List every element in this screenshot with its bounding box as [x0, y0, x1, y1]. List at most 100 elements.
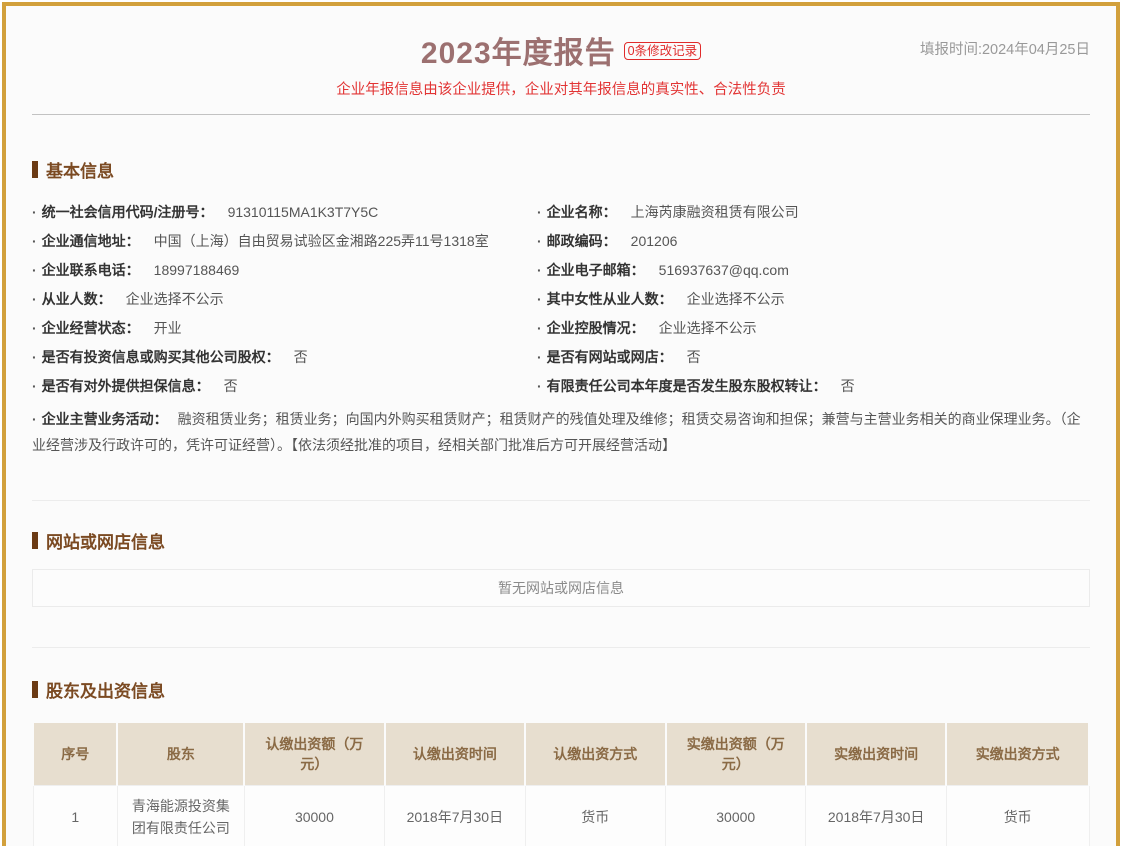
bullet-icon: ·	[537, 378, 542, 394]
bullet-icon: ·	[537, 204, 542, 220]
cell-index: 1	[33, 785, 117, 846]
bullet-icon: ·	[32, 378, 37, 394]
field-label: 是否有网站或网店：	[547, 349, 673, 365]
bullet-icon: ·	[32, 411, 37, 427]
cell-paid-date: 2018年7月30日	[806, 785, 946, 846]
field-address: · 企业通信地址： 中国（上海）自由贸易试验区金湘路225弄11号1318室	[32, 227, 537, 256]
field-value: 否	[687, 349, 701, 365]
disclaimer-text: 企业年报信息由该企业提供，企业对其年报信息的真实性、合法性负责	[32, 78, 1090, 99]
table-header-row: 序号 股东 认缴出资额（万元） 认缴出资时间 认缴出资方式 实缴出资额（万元） …	[33, 723, 1089, 785]
annual-report-page: 2023年度报告 0条修改记录 填报时间:2024年04月25日 企业年报信息由该…	[2, 2, 1120, 846]
basic-info-grid: · 统一社会信用代码/注册号： 91310115MA1K3T7Y5C · 企业通信地址…	[32, 198, 1090, 401]
page-title: 2023年度报告	[421, 37, 616, 70]
field-phone: · 企业联系电话： 18997188469	[32, 256, 537, 285]
bullet-icon: ·	[32, 204, 37, 220]
field-value: 企业选择不公示	[687, 291, 785, 307]
field-label: 是否有对外提供担保信息：	[42, 378, 210, 394]
field-label: 企业通信地址：	[42, 233, 140, 249]
field-value: 否	[841, 378, 855, 394]
cell-subscribed-amount: 30000	[244, 785, 384, 846]
field-equity-transfer: · 有限责任公司本年度是否发生股东股权转让： 否	[537, 372, 1090, 401]
field-value: 否	[224, 378, 238, 394]
field-main-business: · 企业主营业务活动：融资租赁业务；租赁业务；向国内外购买租赁财产；租赁财产的残值…	[32, 406, 1090, 458]
section-shareholders-header: 股东及出资信息	[32, 677, 1090, 702]
bullet-icon: ·	[537, 262, 542, 278]
cell-paid-amount: 30000	[666, 785, 806, 846]
field-value: 开业	[154, 320, 182, 336]
field-label: 企业主营业务活动：	[42, 411, 168, 427]
col-header-paid-date: 实缴出资时间	[806, 723, 946, 785]
col-header-paid-method: 实缴出资方式	[946, 723, 1089, 785]
field-label: 有限责任公司本年度是否发生股东股权转让：	[547, 378, 827, 394]
field-guarantee-info: · 是否有对外提供担保信息： 否	[32, 372, 537, 401]
bullet-icon: ·	[32, 320, 37, 336]
field-label: 统一社会信用代码/注册号：	[42, 204, 214, 220]
bullet-icon: ·	[537, 320, 542, 336]
cell-shareholder: 青海能源投资集团有限责任公司	[117, 785, 244, 846]
bullet-icon: ·	[537, 233, 542, 249]
section-divider	[32, 647, 1090, 648]
field-label: 是否有投资信息或购买其他公司股权：	[42, 349, 280, 365]
bullet-icon: ·	[537, 349, 542, 365]
field-value: 上海芮康融资租赁有限公司	[631, 204, 799, 220]
field-value: 201206	[631, 233, 678, 249]
header-divider	[32, 114, 1090, 115]
section-website-title: 网站或网店信息	[46, 528, 165, 553]
website-empty-placeholder: 暂无网站或网店信息	[32, 569, 1090, 607]
section-shareholders: 股东及出资信息 序号 股东 认缴出资额（万元） 认缴出资时间 认缴出资方式 实缴…	[32, 677, 1090, 846]
field-business-status: · 企业经营状态： 开业	[32, 314, 537, 343]
col-header-shareholder: 股东	[117, 723, 244, 785]
field-label: 企业联系电话：	[42, 262, 140, 278]
field-value: 企业选择不公示	[126, 291, 224, 307]
field-has-website: · 是否有网站或网店： 否	[537, 343, 1090, 372]
table-row: 1 青海能源投资集团有限责任公司 30000 2018年7月30日 货币 300…	[33, 785, 1089, 846]
field-female-employees: · 其中女性从业人数： 企业选择不公示	[537, 285, 1090, 314]
section-basic-info-title: 基本信息	[46, 157, 114, 182]
report-header: 2023年度报告 0条修改记录 填报时间:2024年04月25日 企业年报信息由该…	[32, 22, 1090, 115]
section-website-header: 网站或网店信息	[32, 528, 1090, 553]
field-value: 融资租赁业务；租赁业务；向国内外购买租赁财产；租赁财产的残值处理及维修；租赁交易…	[32, 411, 1081, 453]
field-postcode: · 邮政编码： 201206	[537, 227, 1090, 256]
section-basic-info: 基本信息 · 统一社会信用代码/注册号： 91310115MA1K3T7Y5C · 企…	[32, 157, 1090, 458]
col-header-subscribed-date: 认缴出资时间	[385, 723, 525, 785]
field-label: 企业电子邮箱：	[547, 262, 645, 278]
fill-time-label: 填报时间:2024年04月25日	[920, 38, 1090, 59]
field-credit-code: · 统一社会信用代码/注册号： 91310115MA1K3T7Y5C	[32, 198, 537, 227]
field-employees: ·从业人数：企业选择不公示	[32, 285, 537, 314]
section-bar-icon	[32, 532, 38, 549]
field-holding-status: · 企业控股情况： 企业选择不公示	[537, 314, 1090, 343]
cell-subscribed-method: 货币	[525, 785, 665, 846]
field-label: 企业控股情况：	[547, 320, 645, 336]
section-shareholders-title: 股东及出资信息	[46, 677, 165, 702]
col-header-subscribed-amount: 认缴出资额（万元）	[244, 723, 384, 785]
field-email: · 企业电子邮箱： 516937637@qq.com	[537, 256, 1090, 285]
field-value: 企业选择不公示	[659, 320, 757, 336]
section-bar-icon	[32, 161, 38, 178]
cell-paid-method: 货币	[946, 785, 1089, 846]
col-header-index: 序号	[33, 723, 117, 785]
section-divider	[32, 500, 1090, 501]
field-label: 企业名称：	[547, 204, 617, 220]
bullet-icon: ·	[32, 233, 37, 249]
cell-subscribed-date: 2018年7月30日	[385, 785, 525, 846]
section-basic-info-header: 基本信息	[32, 157, 1090, 182]
field-value: 91310115MA1K3T7Y5C	[228, 204, 379, 220]
col-header-paid-amount: 实缴出资额（万元）	[666, 723, 806, 785]
section-bar-icon	[32, 681, 38, 698]
field-value: 516937637@qq.com	[659, 262, 789, 278]
field-company-name: · 企业名称： 上海芮康融资租赁有限公司	[537, 198, 1090, 227]
modification-records-badge[interactable]: 0条修改记录	[624, 42, 701, 60]
field-label: 其中女性从业人数：	[547, 291, 673, 307]
field-value: 中国（上海）自由贸易试验区金湘路225弄11号1318室	[154, 233, 489, 249]
field-value: 18997188469	[154, 262, 240, 278]
col-header-subscribed-method: 认缴出资方式	[525, 723, 665, 785]
bullet-icon: ·	[537, 291, 542, 307]
shareholders-table: 序号 股东 认缴出资额（万元） 认缴出资时间 认缴出资方式 实缴出资额（万元） …	[32, 723, 1090, 846]
bullet-icon: ·	[32, 349, 37, 365]
field-label: 从业人数：	[42, 291, 112, 307]
field-label: 邮政编码：	[547, 233, 617, 249]
section-website-info: 网站或网店信息 暂无网站或网店信息	[32, 528, 1090, 607]
bullet-icon: ·	[32, 262, 37, 278]
field-label: 企业经营状态：	[42, 320, 140, 336]
field-investment-info: ·是否有投资信息或购买其他公司股权：否	[32, 343, 537, 372]
